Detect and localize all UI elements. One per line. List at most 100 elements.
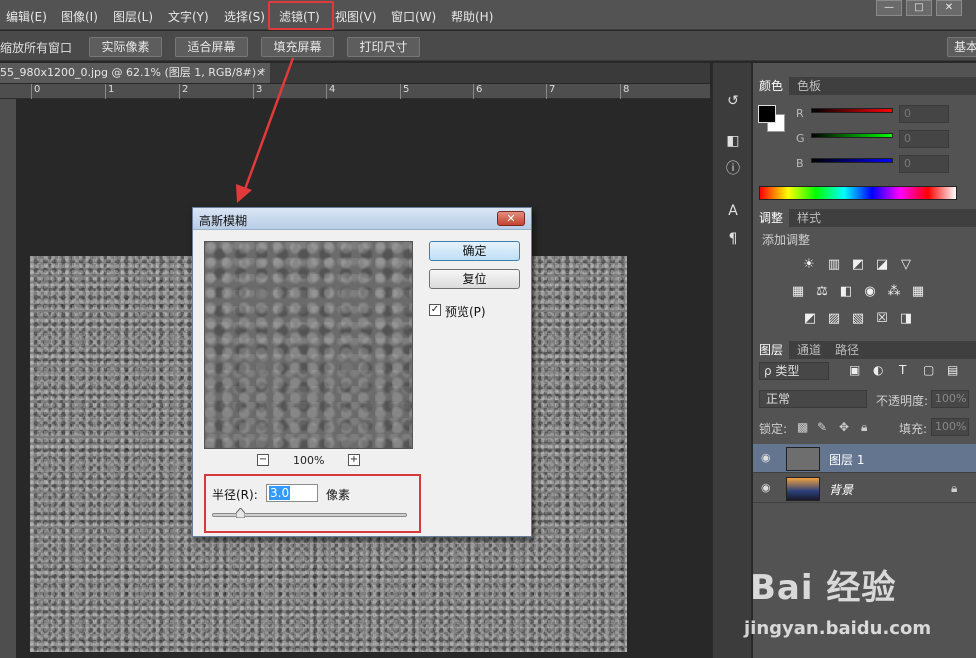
preview-checkbox-label: 预览(P) <box>445 305 486 319</box>
blue-value-field[interactable]: 0 <box>899 155 949 173</box>
posterize-icon[interactable]: ▨ <box>826 311 842 327</box>
tab-channels[interactable]: 通道 <box>791 341 827 359</box>
levels-icon[interactable]: ▥ <box>826 257 842 273</box>
document-close-icon[interactable]: × <box>256 63 265 83</box>
green-channel-slider[interactable] <box>811 133 893 138</box>
layers-panel-tabs: 图层 通道 路径 <box>753 341 976 359</box>
zoom-all-windows-checkbox-label[interactable]: 缩放所有窗口 <box>0 39 72 56</box>
close-button[interactable]: ✕ <box>936 0 962 16</box>
tab-swatches[interactable]: 色板 <box>791 77 827 95</box>
fit-screen-button[interactable]: 适合屏幕 <box>175 37 248 57</box>
tab-layers[interactable]: 图层 <box>753 341 790 359</box>
black-white-icon[interactable]: ◧ <box>838 284 854 300</box>
baidu-jingyan-watermark: Bai 经验 jingyan.baidu.com <box>744 552 976 658</box>
tab-paths[interactable]: 路径 <box>829 341 865 359</box>
selective-color-icon[interactable]: ☒ <box>874 311 890 327</box>
red-value-field[interactable]: 0 <box>899 105 949 123</box>
menu-layer[interactable]: 图层(L) <box>113 8 153 25</box>
threshold-icon[interactable]: ▧ <box>850 311 866 327</box>
opacity-field[interactable]: 100% <box>931 390 969 408</box>
dialog-close-button[interactable]: ✕ <box>497 211 525 226</box>
window-controls: — □ ✕ <box>872 0 962 16</box>
menu-help[interactable]: 帮助(H) <box>451 8 493 25</box>
layer-row[interactable]: ◉ 图层 1 <box>753 444 976 473</box>
ok-button[interactable]: 确定 <box>429 241 520 261</box>
shape-filter-icon[interactable]: ▢ <box>923 363 934 377</box>
visibility-eye-icon[interactable]: ◉ <box>761 451 775 465</box>
info-icon[interactable]: ⓘ <box>723 159 743 179</box>
menu-view[interactable]: 视图(V) <box>335 8 377 25</box>
zoom-out-button[interactable]: − <box>257 454 269 466</box>
layer-filter-type-select[interactable]: ρ 类型 <box>759 362 829 380</box>
color-balance-icon[interactable]: ⚖ <box>814 284 830 300</box>
brightness-contrast-icon[interactable]: ☀ <box>801 257 817 273</box>
zoom-in-button[interactable]: + <box>348 454 360 466</box>
menu-type[interactable]: 文字(Y) <box>168 8 209 25</box>
blue-channel-slider[interactable] <box>811 158 893 163</box>
foreground-color-swatch[interactable] <box>758 105 776 123</box>
tab-styles[interactable]: 样式 <box>791 209 827 227</box>
ruler-label: 8 <box>623 84 630 95</box>
print-size-button[interactable]: 打印尺寸 <box>347 37 420 57</box>
ruler-label: 4 <box>329 84 336 95</box>
ruler-tick <box>400 84 401 99</box>
actual-pixels-button[interactable]: 实际像素 <box>89 37 162 57</box>
tab-adjustments[interactable]: 调整 <box>753 209 790 227</box>
channel-mixer-icon[interactable]: ⁂ <box>886 284 902 300</box>
fill-label: 填充: <box>899 422 928 436</box>
ruler-tick <box>253 84 254 99</box>
image-filter-icon[interactable]: ▣ <box>849 363 860 377</box>
fill-screen-button[interactable]: 填充屏幕 <box>261 37 334 57</box>
watermark-logo: Bai 经验 <box>750 568 897 608</box>
menu-image[interactable]: 图像(I) <box>61 8 98 25</box>
3d-icon[interactable]: ◧ <box>723 131 743 151</box>
gradient-map-icon[interactable]: ◨ <box>898 311 914 327</box>
dialog-titlebar[interactable]: 高斯模糊 ✕ <box>193 208 531 230</box>
radius-input[interactable]: 3.0 <box>266 484 318 502</box>
ruler-label: 5 <box>403 84 410 95</box>
lock-move-icon[interactable]: ✥ <box>839 420 849 434</box>
maximize-button[interactable]: □ <box>906 0 932 16</box>
photo-filter-icon[interactable]: ◉ <box>862 284 878 300</box>
radius-highlight-box: 半径(R): 3.0 像素 <box>204 474 421 533</box>
document-tab[interactable]: 55_980x1200_0.jpg @ 62.1% (图层 1, RGB/8#)… <box>0 63 270 83</box>
tab-color[interactable]: 颜色 <box>753 77 790 95</box>
invert-icon[interactable]: ◩ <box>802 311 818 327</box>
green-value-field[interactable]: 0 <box>899 130 949 148</box>
lock-brush-icon[interactable]: ✎ <box>817 420 827 434</box>
reset-button[interactable]: 复位 <box>429 269 520 289</box>
smart-object-filter-icon[interactable]: ▤ <box>947 363 958 377</box>
lock-all-icon[interactable]: 🔒︎ <box>861 420 867 435</box>
adjustment-filter-icon[interactable]: ◐ <box>873 363 883 377</box>
ruler-label: 3 <box>256 84 263 95</box>
workspace-button[interactable]: 基本 <box>947 37 976 57</box>
radius-slider-thumb[interactable] <box>236 508 245 518</box>
adjustments-panel-tabs: 调整 样式 <box>753 209 976 227</box>
curves-icon[interactable]: ◩ <box>850 257 866 273</box>
lock-transparent-icon[interactable]: ▩ <box>797 420 808 434</box>
character-icon[interactable]: A <box>723 201 743 221</box>
menu-window[interactable]: 窗口(W) <box>391 8 436 25</box>
fill-field[interactable]: 100% <box>931 418 969 436</box>
history-icon[interactable]: ↺ <box>723 91 743 111</box>
menu-select[interactable]: 选择(S) <box>224 8 265 25</box>
hue-saturation-icon[interactable]: ▦ <box>790 284 806 300</box>
red-channel-slider[interactable] <box>811 108 893 113</box>
ruler-tick <box>179 84 180 99</box>
minimize-button[interactable]: — <box>876 0 902 16</box>
exposure-icon[interactable]: ◪ <box>874 257 890 273</box>
layer-row[interactable]: ◉ 背景 🔒︎ <box>753 474 976 503</box>
type-filter-icon[interactable]: T <box>899 363 906 377</box>
menu-edit[interactable]: 编辑(E) <box>6 8 47 25</box>
ruler-tick <box>105 84 106 99</box>
preview-checkbox[interactable]: ✓ <box>429 304 441 316</box>
vibrance-icon[interactable]: ▽ <box>898 257 914 273</box>
paragraph-icon[interactable]: ¶ <box>723 229 743 249</box>
color-lookup-icon[interactable]: ▦ <box>910 284 926 300</box>
blend-mode-select[interactable]: 正常 <box>759 390 867 408</box>
color-spectrum-bar[interactable] <box>759 186 957 200</box>
layer-thumbnail <box>786 447 820 471</box>
visibility-eye-icon[interactable]: ◉ <box>761 481 775 495</box>
gaussian-blur-dialog: 高斯模糊 ✕ − 100% + 确定 复位 ✓ 预览(P) 半径(R): 3.0… <box>192 207 532 537</box>
blur-preview[interactable] <box>204 241 413 449</box>
